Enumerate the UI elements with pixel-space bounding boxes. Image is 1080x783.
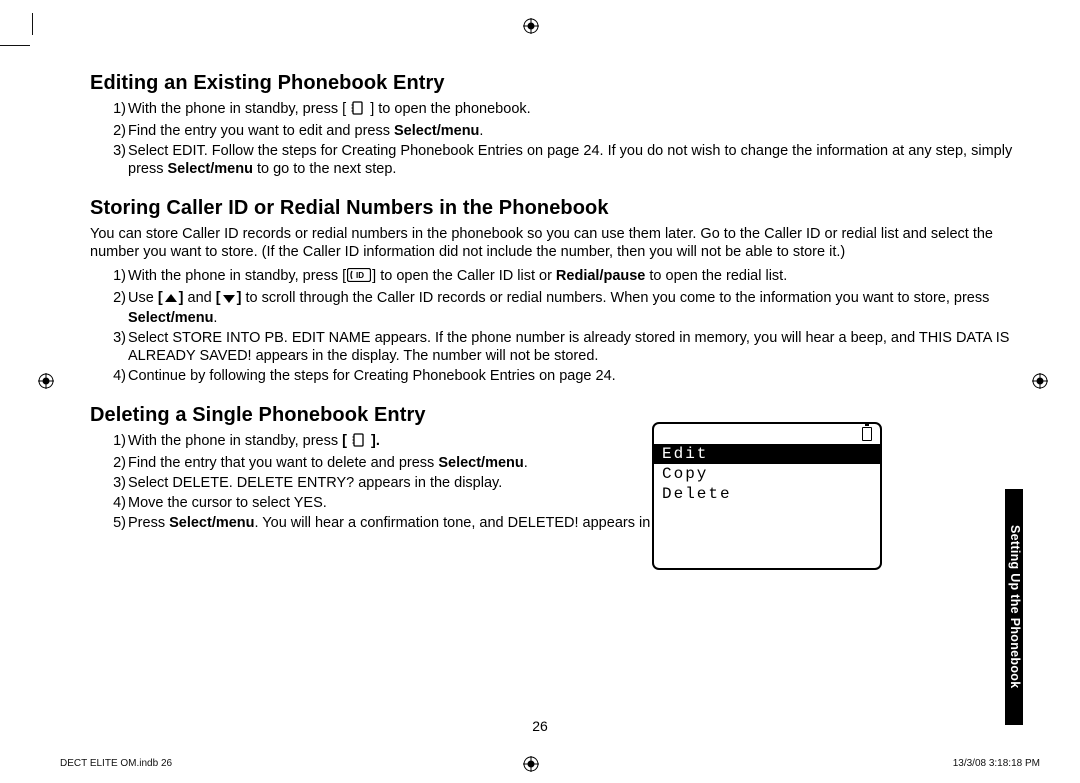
svg-text:ID: ID [356, 271, 364, 280]
phonebook-icon [352, 433, 366, 453]
registration-mark-right [1032, 373, 1048, 389]
item-number: 2) [96, 123, 126, 141]
up-key: [ [158, 290, 163, 306]
item-number: 2) [96, 455, 126, 473]
bold: Select/menu [128, 310, 213, 326]
text: ] to open the Caller ID list or [372, 268, 556, 284]
text: . [524, 455, 528, 471]
list-item: 3) Select EDIT. Follow the steps for Cre… [114, 143, 1014, 179]
down-key: [ [216, 290, 221, 306]
text: Use [128, 290, 158, 306]
cid-icon: ID [347, 268, 371, 288]
list-item: 4) Move the cursor to select YES. [114, 495, 734, 513]
bold: Select/menu [168, 161, 253, 177]
item-number: 5) [96, 515, 126, 533]
list-storing: 1) With the phone in standby, press [ID]… [114, 268, 1014, 386]
text: Continue by following the steps for Crea… [128, 368, 616, 384]
text: Move the cursor to select YES. [128, 495, 327, 511]
text: and [184, 290, 216, 306]
down-arrow-icon [222, 292, 236, 310]
list-item: 2) Find the entry you want to edit and p… [114, 123, 1014, 141]
item-number: 4) [96, 368, 126, 386]
text: With the phone in standby, press [ [128, 101, 350, 117]
item-number: 1) [96, 433, 126, 451]
text: to scroll through the Caller ID records … [241, 290, 989, 306]
list-item: 3) Select STORE INTO PB. EDIT NAME appea… [114, 330, 1014, 366]
list-editing: 1) With the phone in standby, press [ ] … [114, 101, 1014, 179]
intro-storing: You can store Caller ID records or redia… [90, 226, 1014, 262]
screen-row-selected: Edit [654, 444, 880, 464]
text: . [213, 310, 217, 326]
list-item: 2) Use [] and [] to scroll through the C… [114, 290, 1014, 328]
list-item: 3) Select DELETE. DELETE ENTRY? appears … [114, 475, 734, 493]
list-item: 5) Press Select/menu. You will hear a co… [114, 515, 734, 533]
list-item: 1) With the phone in standby, press [ ] … [114, 101, 1014, 121]
text: Find the entry that you want to delete a… [128, 455, 438, 471]
bold: Select/menu [394, 123, 479, 139]
text: Select STORE INTO PB. EDIT NAME appears.… [128, 330, 1009, 364]
screen-row: Copy [654, 464, 880, 484]
list-deleting: 1) With the phone in standby, press [ ].… [114, 433, 734, 533]
text: Select DELETE. DELETE ENTRY? appears in … [128, 475, 502, 491]
item-number: 3) [96, 143, 126, 161]
item-number: 3) [96, 475, 126, 493]
list-item: 4) Continue by following the steps for C… [114, 368, 1014, 386]
heading-storing: Storing Caller ID or Redial Numbers in t… [90, 197, 1014, 220]
crop-mark-vertical [32, 13, 33, 35]
item-number: 2) [96, 290, 126, 308]
pb-key-icon: ]. [347, 433, 380, 449]
text: to go to the next step. [253, 161, 397, 177]
item-number: 1) [96, 101, 126, 119]
bold: Redial/pause [556, 268, 645, 284]
registration-mark-top [523, 18, 539, 34]
footer-left: DECT ELITE OM.indb 26 [60, 758, 172, 769]
screen-topbar [654, 424, 880, 444]
list-item: 1) With the phone in standby, press [ ]. [114, 433, 734, 453]
text: to open the redial list. [645, 268, 787, 284]
phonebook-icon [351, 101, 365, 121]
screen-row: Delete [654, 484, 880, 504]
heading-editing: Editing an Existing Phonebook Entry [90, 72, 1014, 95]
text: . [479, 123, 483, 139]
bold: Select/menu [169, 515, 254, 531]
up-arrow-icon [164, 292, 178, 310]
text: Find the entry you want to edit and pres… [128, 123, 394, 139]
phone-screen-mock: Edit Copy Delete [652, 422, 882, 570]
bold: Select/menu [438, 455, 523, 471]
text: ]. [367, 433, 380, 449]
item-number: 1) [96, 268, 126, 286]
text: With the phone in standby, press [ [128, 268, 346, 284]
battery-icon [862, 427, 872, 441]
text: ] to open the phonebook. [366, 101, 530, 117]
text: Press [128, 515, 169, 531]
crop-mark-horizontal [0, 45, 30, 46]
registration-mark-left [38, 373, 54, 389]
footer-right: 13/3/08 3:18:18 PM [953, 758, 1040, 769]
list-item: 1) With the phone in standby, press [ID]… [114, 268, 1014, 288]
item-number: 3) [96, 330, 126, 348]
text: With the phone in standby, press [128, 433, 342, 449]
footer: DECT ELITE OM.indb 26 13/3/08 3:18:18 PM [60, 758, 1040, 769]
item-number: 4) [96, 495, 126, 513]
list-item: 2) Find the entry that you want to delet… [114, 455, 734, 473]
section-tab: Setting Up the Phonebook [1005, 489, 1023, 725]
page-number: 26 [0, 718, 1080, 734]
